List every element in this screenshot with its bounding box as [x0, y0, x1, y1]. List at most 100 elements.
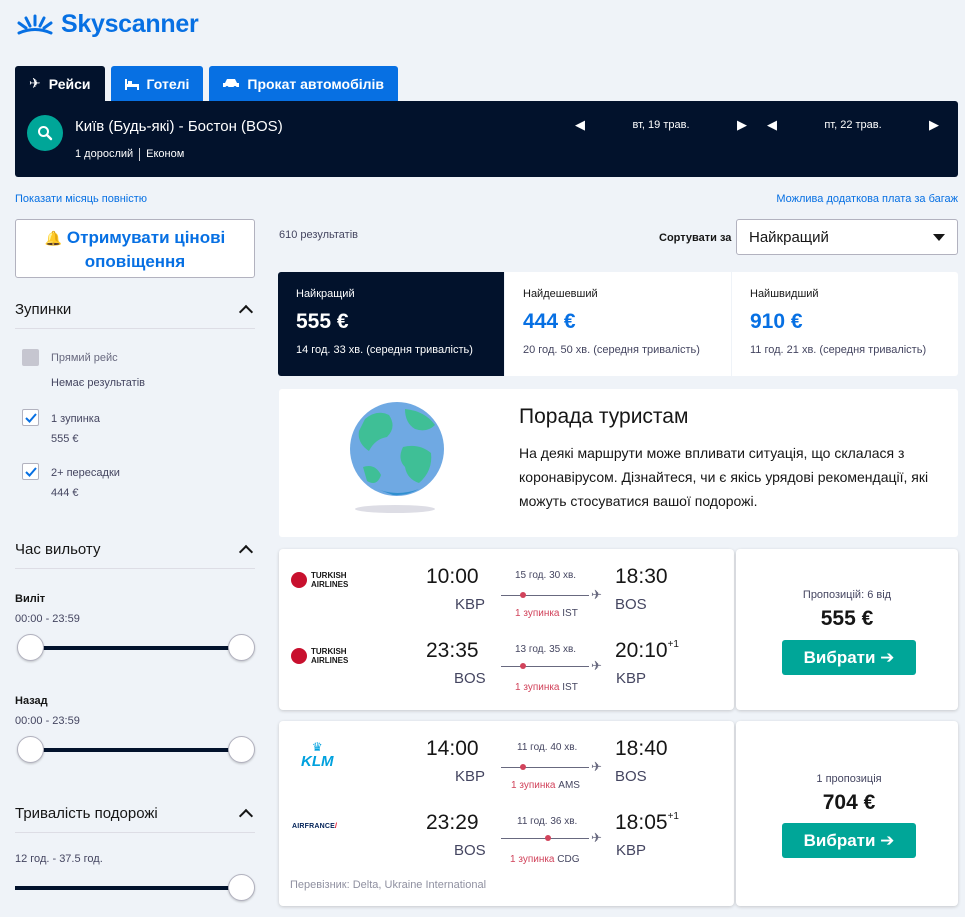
dep-time: 14:00: [426, 737, 479, 760]
stops-filter-header[interactable]: Зупинки: [15, 301, 255, 329]
price: 704 €: [822, 791, 876, 814]
depart-next-arrow-icon[interactable]: ▶: [737, 117, 747, 133]
stop-dot: [545, 835, 551, 841]
route-line: [501, 767, 589, 768]
duration-slider-handle[interactable]: [228, 874, 255, 901]
passengers: 1 дорослий: [75, 148, 134, 160]
arr-time-value: 18:40: [615, 737, 668, 760]
duration-filter-header[interactable]: Тривалість подорожі: [15, 805, 255, 833]
search-button[interactable]: [27, 115, 63, 151]
logo[interactable]: Skyscanner: [15, 10, 199, 39]
sort-tab-cheapest[interactable]: Найдешевший 444 € 20 год. 50 хв. (середн…: [505, 272, 732, 376]
price: 555 €: [820, 607, 874, 630]
itinerary-card[interactable]: TURKISH AIRLINES 10:00 KBP 15 год. 30 хв…: [279, 549, 734, 710]
arr-code: KBP: [616, 842, 647, 859]
departure-time-title: Час вильоту: [15, 541, 101, 558]
bed-icon: [124, 78, 139, 90]
dep-time: 10:00: [426, 565, 479, 588]
itinerary-card[interactable]: ♛ KLM 14:00 KBP 11 год. 40 хв. ✈ 1 зупин…: [279, 721, 734, 906]
select-button[interactable]: Вибрати ➔: [782, 640, 916, 675]
globe-icon: [350, 402, 444, 513]
stops-info: 1 зупинка CDG: [510, 854, 580, 865]
sort-tab-fastest[interactable]: Найшвидший 910 € 11 год. 21 хв. (середня…: [732, 272, 958, 376]
sort-tab-best[interactable]: Найкращий 555 € 14 год. 33 хв. (середня …: [278, 272, 505, 376]
duration: 11 год. 40 хв.: [517, 742, 578, 753]
one-stop-checkbox[interactable]: [22, 409, 39, 426]
dep-code: BOS: [454, 842, 486, 859]
arr-code: BOS: [615, 768, 647, 785]
chevron-up-icon[interactable]: [238, 304, 254, 320]
stop-dot: [520, 663, 526, 669]
two-plus-stops-checkbox[interactable]: [22, 463, 39, 480]
sort-tab-price: 910 €: [750, 310, 803, 333]
tab-label: Прокат автомобілів: [247, 75, 384, 92]
return-slider-max-handle[interactable]: [228, 736, 255, 763]
dep-time: 23:29: [426, 811, 479, 834]
arr-code: KBP: [616, 670, 647, 687]
logo-text: Skyscanner: [61, 10, 199, 38]
depart-date-picker: ◀ вт, 19 трав. ▶: [575, 117, 747, 133]
stops-info: 1 зупинка IST: [515, 682, 578, 693]
airline-logo: ♛ KLM: [301, 741, 334, 770]
duration-title: Тривалість подорожі: [15, 805, 158, 822]
stops-title: Зупинки: [15, 301, 72, 318]
sort-label: Сортувати за: [659, 232, 732, 244]
airline-name: TURKISH AIRLINES: [311, 571, 349, 589]
stop-airport: CDG: [557, 854, 580, 865]
sort-tabs: Найкращий 555 € 14 год. 33 хв. (середня …: [278, 272, 958, 376]
return-slider-min-handle[interactable]: [17, 736, 44, 763]
return-label: Назад: [15, 695, 48, 707]
arr-time: 18:05+1: [615, 811, 679, 835]
outbound-slider-track[interactable]: [22, 646, 240, 650]
outbound-range: 00:00 - 23:59: [15, 613, 80, 625]
show-month-link[interactable]: Показати місяць повністю: [15, 193, 147, 205]
dep-time: 23:35: [426, 639, 479, 662]
sunrise-logo-icon: [17, 14, 53, 34]
sort-tab-price: 555 €: [296, 310, 349, 333]
offers-count: 1 пропозиція: [816, 773, 882, 785]
sort-select[interactable]: Найкращий: [736, 219, 958, 255]
plane-icon: ✈: [591, 759, 602, 774]
departure-time-filter-header[interactable]: Час вильоту: [15, 541, 255, 569]
return-next-arrow-icon[interactable]: ▶: [929, 117, 939, 133]
outbound-slider-min-handle[interactable]: [17, 634, 44, 661]
plane-icon: ✈: [29, 75, 41, 91]
airline-name: AIRFRANCE: [292, 823, 336, 830]
select-button[interactable]: Вибрати ➔: [782, 823, 916, 858]
sort-value: Найкращий: [749, 228, 829, 246]
stops-info: 1 зупинка IST: [515, 608, 578, 619]
chevron-up-icon[interactable]: [238, 544, 254, 560]
depart-date[interactable]: вт, 19 трав.: [585, 119, 737, 131]
travel-tip-card: Порада туристам На деякі маршрути може в…: [279, 389, 958, 537]
one-stop-label: 1 зупинка: [51, 413, 100, 425]
outbound-slider-max-handle[interactable]: [228, 634, 255, 661]
outbound-label: Виліт: [15, 593, 46, 605]
stops-count: 1 зупинка: [510, 854, 555, 865]
route-text: Київ (Будь-які) - Бостон (BOS): [75, 118, 283, 135]
return-prev-arrow-icon[interactable]: ◀: [767, 117, 777, 133]
price-alert-button[interactable]: 🔔 Отримувати цінові оповіщення: [15, 219, 255, 278]
klm-crown-icon: ♛: [311, 740, 323, 754]
depart-prev-arrow-icon[interactable]: ◀: [575, 117, 585, 133]
two-plus-stops-price: 444 €: [51, 487, 79, 499]
two-plus-stops-label: 2+ пересадки: [51, 467, 120, 479]
one-stop-price: 555 €: [51, 433, 79, 445]
car-icon: [223, 79, 240, 89]
sort-tab-title: Найдешевший: [523, 288, 598, 300]
tab-hotels[interactable]: Готелі: [110, 66, 204, 101]
bell-icon: 🔔: [44, 230, 63, 246]
return-date[interactable]: пт, 22 трав.: [777, 119, 929, 131]
return-slider-track[interactable]: [22, 748, 240, 752]
cabin-class: Економ: [146, 148, 185, 160]
tab-flights[interactable]: ✈ Рейси: [15, 66, 105, 101]
tab-car-hire[interactable]: Прокат автомобілів: [209, 66, 398, 101]
next-day-badge: +1: [667, 639, 679, 650]
chevron-up-icon[interactable]: [238, 808, 254, 824]
search-summary[interactable]: Київ (Будь-які) - Бостон (BOS) 1 доросли…: [15, 101, 958, 177]
duration-slider-track[interactable]: [15, 886, 235, 890]
dep-code: KBP: [455, 768, 486, 785]
checkmark-icon: [24, 412, 37, 423]
price-alert-label: Отримувати цінові оповіщення: [66, 228, 226, 271]
direct-checkbox[interactable]: [22, 349, 39, 366]
baggage-fee-link[interactable]: Можлива додаткова плата за багаж: [776, 193, 958, 205]
